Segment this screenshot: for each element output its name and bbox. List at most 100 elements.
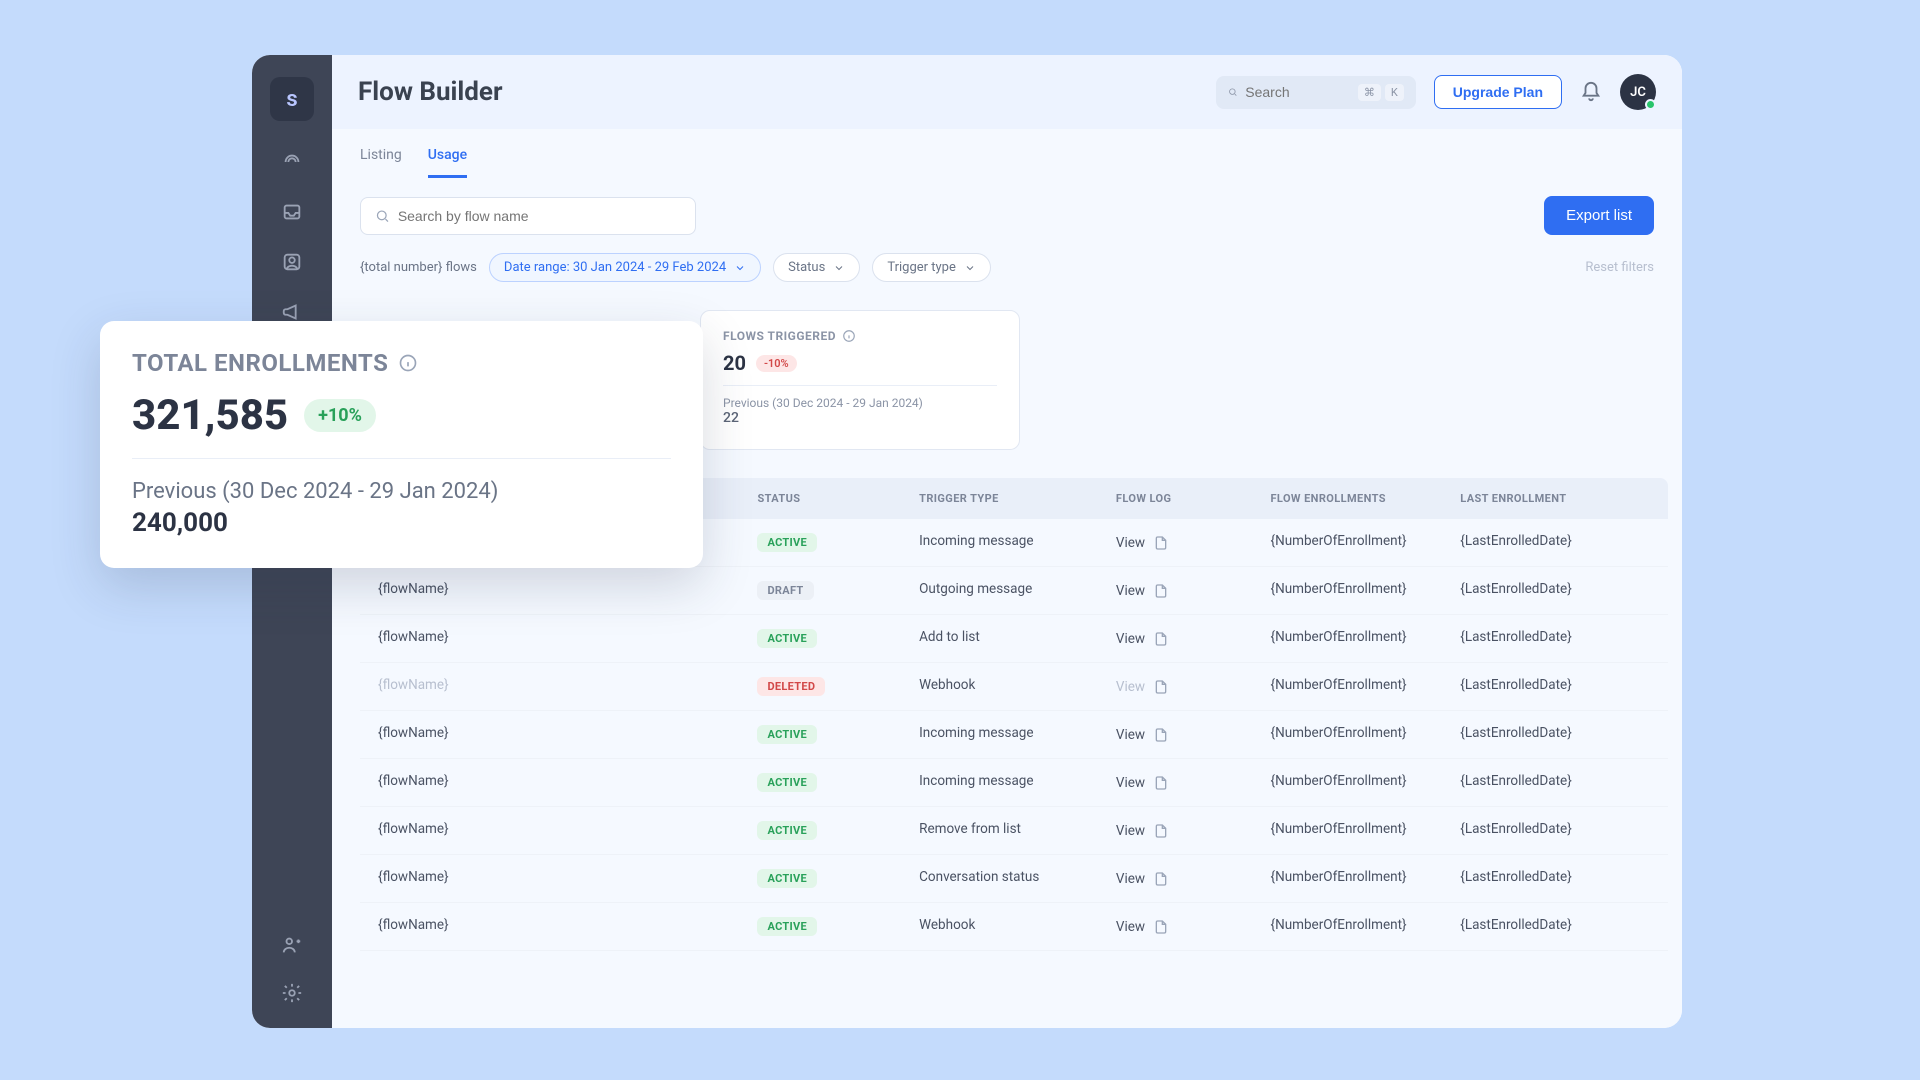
search-icon: [375, 208, 390, 224]
cell-status: ACTIVE: [757, 773, 919, 792]
file-icon: [1153, 823, 1169, 839]
cell-flowname: {flowName}: [378, 677, 757, 696]
cell-last: {LastEnrolledDate}: [1460, 821, 1650, 840]
view-log[interactable]: View: [1116, 581, 1271, 600]
table-row[interactable]: {flowName}DELETEDWebhookView{NumberOfEnr…: [360, 663, 1668, 711]
file-icon: [1153, 727, 1169, 743]
search-input[interactable]: [1245, 84, 1350, 100]
sidebar-bottom: [279, 932, 305, 1006]
view-label: View: [1116, 823, 1145, 839]
cell-last: {LastEnrolledDate}: [1460, 581, 1650, 600]
status-badge: ACTIVE: [757, 725, 817, 744]
avatar[interactable]: JC: [1620, 74, 1656, 110]
flow-search-input[interactable]: [398, 208, 681, 224]
tooltip-title-text: TOTAL ENROLLMENTS: [132, 349, 388, 377]
global-search[interactable]: ⌘ K: [1216, 76, 1416, 109]
cell-last: {LastEnrolledDate}: [1460, 869, 1650, 888]
filter-status[interactable]: Status: [773, 253, 860, 282]
chevron-down-icon: [833, 262, 845, 274]
filter-date-range[interactable]: Date range: 30 Jan 2024 - 29 Feb 2024: [489, 253, 761, 282]
file-icon: [1153, 535, 1169, 551]
file-icon: [1153, 583, 1169, 599]
flow-count: {total number} flows: [360, 260, 477, 275]
status-badge: ACTIVE: [757, 917, 817, 936]
reset-filters[interactable]: Reset filters: [1585, 260, 1654, 275]
contacts-icon[interactable]: [279, 249, 305, 275]
view-log[interactable]: View: [1116, 773, 1271, 792]
table-row[interactable]: {flowName}ACTIVEIncoming messageView{Num…: [360, 759, 1668, 807]
table-row[interactable]: {flowName}ACTIVEIncoming messageView{Num…: [360, 711, 1668, 759]
cell-flowname: {flowName}: [378, 725, 757, 744]
settings-icon[interactable]: [279, 980, 305, 1006]
view-label: View: [1116, 727, 1145, 743]
view-log[interactable]: View: [1116, 869, 1271, 888]
status-badge: DRAFT: [757, 581, 813, 600]
info-icon[interactable]: [398, 353, 418, 373]
table-row[interactable]: {flowName}DRAFTOutgoing messageView{Numb…: [360, 567, 1668, 615]
users-icon[interactable]: [279, 932, 305, 958]
status-badge: ACTIVE: [757, 533, 817, 552]
cell-trigger: Incoming message: [919, 533, 1116, 552]
topbar: Flow Builder ⌘ K Upgrade Plan JC: [332, 55, 1682, 129]
cell-status: DRAFT: [757, 581, 919, 600]
tab-listing[interactable]: Listing: [360, 147, 402, 178]
cell-enroll: {NumberOfEnrollment}: [1271, 869, 1461, 888]
filter-trigger[interactable]: Trigger type: [872, 253, 991, 282]
cell-status: ACTIVE: [757, 869, 919, 888]
cell-flowname: {flowName}: [378, 917, 757, 936]
filter-trigger-label: Trigger type: [887, 260, 956, 275]
tooltip-title: TOTAL ENROLLMENTS: [132, 349, 671, 377]
cell-enroll: {NumberOfEnrollment}: [1271, 677, 1461, 696]
avatar-initials: JC: [1630, 85, 1646, 100]
search-icon: [1228, 84, 1238, 100]
notifications-icon[interactable]: [1580, 81, 1602, 103]
filter-date-label: Date range: 30 Jan 2024 - 29 Feb 2024: [504, 260, 726, 275]
cell-flowname: {flowName}: [378, 581, 757, 600]
toolbar: Export list: [332, 178, 1682, 235]
cell-trigger: Incoming message: [919, 725, 1116, 744]
cell-last: {LastEnrolledDate}: [1460, 533, 1650, 552]
stat-prev-value: 22: [723, 410, 997, 426]
cell-status: ACTIVE: [757, 917, 919, 936]
tooltip-prev-label: Previous (30 Dec 2024 - 29 Jan 2024): [132, 479, 671, 504]
file-icon: [1153, 679, 1169, 695]
inbox-icon[interactable]: [279, 199, 305, 225]
view-label: View: [1116, 583, 1145, 599]
table-row[interactable]: {flowName}ACTIVEConversation statusView{…: [360, 855, 1668, 903]
cell-status: ACTIVE: [757, 629, 919, 648]
cell-last: {LastEnrolledDate}: [1460, 677, 1650, 696]
view-log[interactable]: View: [1116, 821, 1271, 840]
cell-status: DELETED: [757, 677, 919, 696]
flow-search[interactable]: [360, 197, 696, 235]
tab-usage[interactable]: Usage: [428, 147, 467, 178]
export-button[interactable]: Export list: [1544, 196, 1654, 235]
table-row[interactable]: {flowName}ACTIVEAdd to listView{NumberOf…: [360, 615, 1668, 663]
table-body: {flowName}ACTIVEIncoming messageView{Num…: [360, 519, 1668, 951]
cell-last: {LastEnrolledDate}: [1460, 917, 1650, 936]
view-label: View: [1116, 775, 1145, 791]
stat-prev-label: Previous (30 Dec 2024 - 29 Jan 2024): [723, 396, 997, 410]
cell-enroll: {NumberOfEnrollment}: [1271, 773, 1461, 792]
view-log[interactable]: View: [1116, 629, 1271, 648]
cell-flowname: {flowName}: [378, 821, 757, 840]
stat-delta: -10%: [756, 355, 797, 372]
stat-value: 20: [723, 351, 746, 375]
view-log[interactable]: View: [1116, 533, 1271, 552]
cell-status: ACTIVE: [757, 821, 919, 840]
view-log[interactable]: View: [1116, 917, 1271, 936]
view-label: View: [1116, 919, 1145, 935]
cell-flowname: {flowName}: [378, 773, 757, 792]
upgrade-button[interactable]: Upgrade Plan: [1434, 75, 1562, 109]
view-log[interactable]: View: [1116, 725, 1271, 744]
cell-trigger: Webhook: [919, 677, 1116, 696]
presence-dot: [1645, 99, 1656, 110]
table-row[interactable]: {flowName}ACTIVEWebhookView{NumberOfEnro…: [360, 903, 1668, 951]
tooltip-total-enrollments: TOTAL ENROLLMENTS 321,585 +10% Previous …: [100, 321, 703, 568]
page-title: Flow Builder: [358, 77, 503, 107]
info-icon[interactable]: [842, 329, 856, 343]
cell-enroll: {NumberOfEnrollment}: [1271, 581, 1461, 600]
cell-last: {LastEnrolledDate}: [1460, 629, 1650, 648]
broadcast-icon[interactable]: [279, 149, 305, 175]
table-row[interactable]: {flowName}ACTIVERemove from listView{Num…: [360, 807, 1668, 855]
view-label: View: [1116, 631, 1145, 647]
